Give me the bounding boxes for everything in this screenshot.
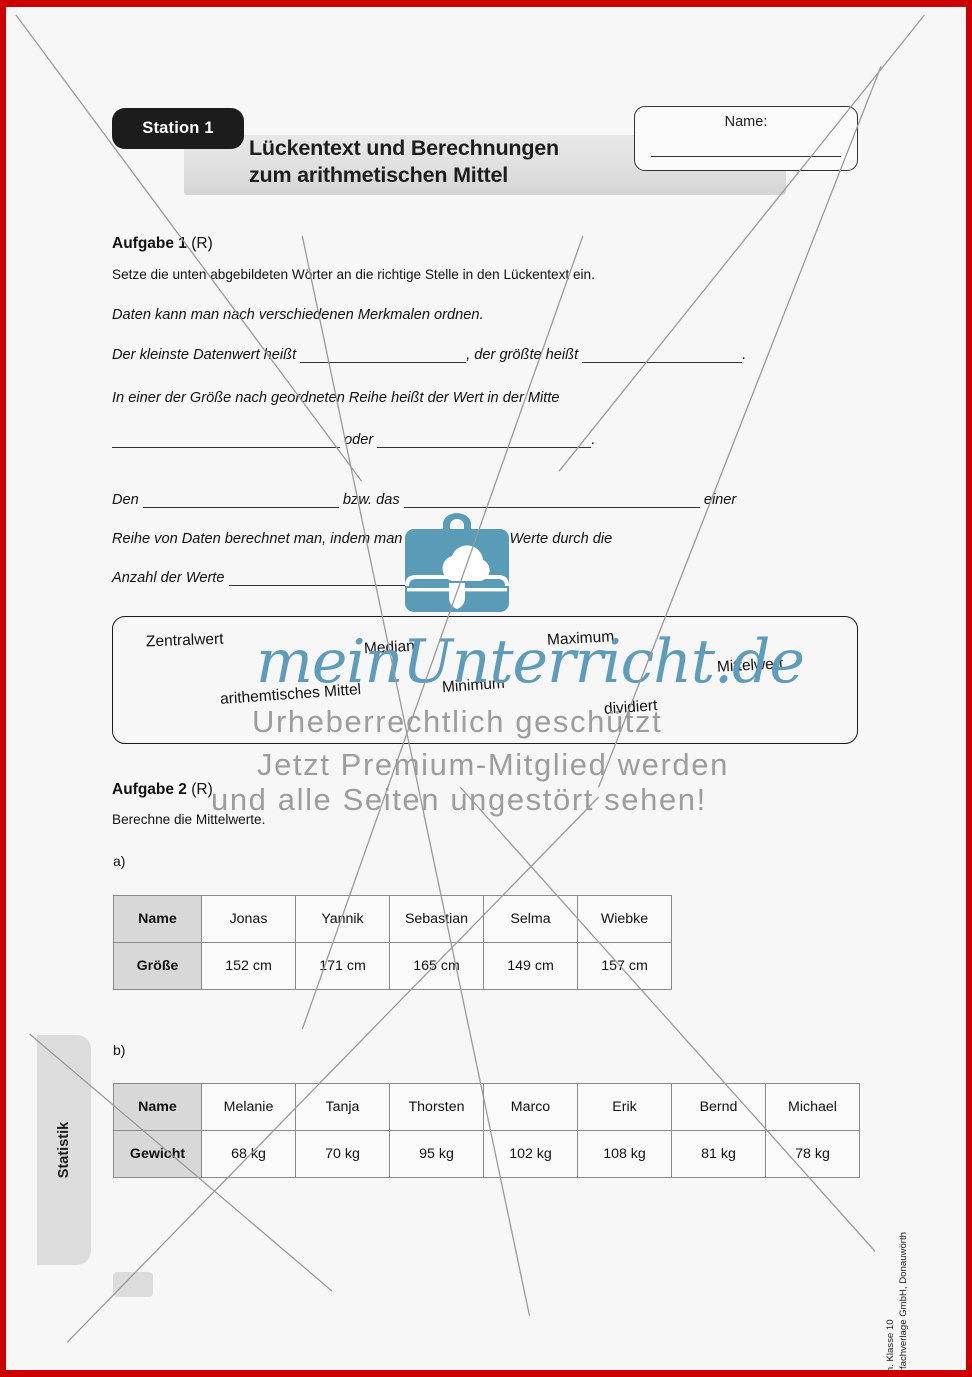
table-cell-name: Sebastian <box>389 895 484 943</box>
task1-line-2-text-c: . <box>742 347 747 363</box>
name-field-label: Name: <box>724 114 768 130</box>
task1-line-1: Daten kann man nach verschiedenen Merkma… <box>112 307 484 323</box>
task1-blank-4[interactable] <box>377 433 592 448</box>
task1-blank-3[interactable] <box>112 433 340 448</box>
table-row-header: Gewicht <box>113 1130 202 1178</box>
task1-blank-5[interactable] <box>142 493 339 508</box>
side-tab-statistik: Statistik <box>37 1035 91 1265</box>
table-cell-value: 149 cm <box>483 942 578 990</box>
task1-line-2: Der kleinste Datenwert heißt , der größt… <box>112 347 746 363</box>
task1-line-1-text: Daten kann man nach verschiedenen Merkma… <box>112 307 484 323</box>
task1-blank-6[interactable] <box>403 493 700 508</box>
table-cell-name: Bernd <box>671 1083 766 1131</box>
copyright-line2: © Auer Verlag – AAP Lehrerfachverlage Gm… <box>898 1232 909 1377</box>
word-bank-item[interactable]: Median <box>364 638 416 659</box>
station-badge-label: Station 1 <box>142 119 214 137</box>
table-cell-name: Wiebke <box>577 895 672 943</box>
task1-line-4: oder . <box>112 432 595 448</box>
worksheet-sheet: Lückentext und Berechnungen zum arithmet… <box>6 7 966 1370</box>
subtask-label-a: a) <box>113 853 126 869</box>
table-cell-value: 171 cm <box>295 942 390 990</box>
table-a: Name Jonas Yannik Sebastian Selma Wiebke Größe… <box>113 895 672 990</box>
table-row: Größe 152 cm 171 cm 165 cm 149 cm 157 cm <box>113 942 672 990</box>
table-cell-name: Jonas <box>201 895 296 943</box>
page-title-line2: zum arithmetischen Mittel <box>249 163 509 187</box>
task1-line-4-text-b: . <box>591 432 596 448</box>
brand-bag-icon <box>405 512 509 617</box>
task1-line-6: Reihe von Daten berechnet man, indem man… <box>112 531 612 547</box>
task1-line-4-text-a: oder <box>344 432 374 448</box>
table-cell-value: 95 kg <box>389 1130 484 1178</box>
word-bank-item[interactable]: Mittelwert <box>717 655 784 676</box>
name-field-rule <box>651 156 841 157</box>
task1-line-2-text-a: Der kleinste Datenwert heißt <box>112 347 297 363</box>
task2-instruction: Berechne die Mittelwerte. <box>112 812 266 827</box>
station-badge: Station 1 <box>112 108 244 149</box>
task1-heading: Aufgabe 1 (R) <box>112 235 213 253</box>
task2-heading-bold: Aufgabe 2 <box>112 781 187 798</box>
table-cell-value: 102 kg <box>483 1130 578 1178</box>
watermark-line-2: Jetzt Premium-Mitglied werden <box>257 747 729 782</box>
subtask-label-b: b) <box>113 1042 126 1058</box>
copyright-line1: /Dinges: Mathe an Stationen. Klasse 10 <box>884 1232 897 1370</box>
table-row: Gewicht 68 kg 70 kg 95 kg 102 kg 108 kg 81 kg 7… <box>113 1130 860 1178</box>
task1-heading-suffix: (R) <box>191 235 213 252</box>
task1-heading-bold: Aufgabe 1 <box>112 235 187 252</box>
task1-blank-7[interactable] <box>228 571 441 586</box>
table-cell-name: Selma <box>483 895 578 943</box>
table-cell-value: 165 cm <box>389 942 484 990</box>
side-tab-label: Statistik <box>56 1121 72 1179</box>
copyright-credit: /Dinges: Mathe an Stationen. Klasse 10 ©… <box>884 1232 910 1377</box>
table-row-header: Größe <box>113 942 202 990</box>
table-cell-name: Yannik <box>295 895 390 943</box>
task1-line-5-text-b: bzw. das <box>342 492 400 508</box>
table-cell-value: 68 kg <box>201 1130 296 1178</box>
name-field-box[interactable]: Name: <box>634 106 858 171</box>
watermark-line-3: und alle Seiten ungestört sehen! <box>211 782 707 817</box>
task1-line-5-text-c: einer <box>703 492 737 508</box>
table-cell-name: Melanie <box>201 1083 296 1131</box>
task1-line-3-text: In einer der Größe nach geordneten Reihe… <box>112 390 560 406</box>
task1-line-2-text-b: , der größte heißt <box>466 347 579 363</box>
task1-line-7-text-b: . <box>440 570 445 586</box>
table-row: Name Jonas Yannik Sebastian Selma Wiebke <box>113 895 672 943</box>
table-cell-name: Marco <box>483 1083 578 1131</box>
task1-blank-2[interactable] <box>582 348 743 363</box>
table-cell-value: 81 kg <box>671 1130 766 1178</box>
page-title: Lückentext und Berechnungen zum arithmet… <box>249 135 649 189</box>
table-cell-value: 152 cm <box>201 942 296 990</box>
table-cell-name: Thorsten <box>389 1083 484 1131</box>
table-row-header: Name <box>113 895 202 943</box>
table-cell-name: Erik <box>577 1083 672 1131</box>
task1-line-7: Anzahl der Werte . <box>112 570 445 586</box>
task1-line-7-text-a: Anzahl der Werte <box>112 570 225 586</box>
page-number-box <box>113 1272 153 1297</box>
page-title-line1: Lückentext und Berechnungen <box>249 136 559 160</box>
word-bank-item[interactable]: dividiert <box>603 697 658 719</box>
task1-instruction: Setze die unten abgebildeten Wörter an d… <box>112 267 595 282</box>
table-row-header: Name <box>113 1083 202 1131</box>
task2-heading: Aufgabe 2 (R) <box>112 781 213 799</box>
table-cell-value: 78 kg <box>765 1130 860 1178</box>
task2-heading-suffix: (R) <box>191 781 213 798</box>
task1-blank-1[interactable] <box>300 348 467 363</box>
task1-line-3: In einer der Größe nach geordneten Reihe… <box>112 390 560 406</box>
word-bank-item[interactable]: Zentralwert <box>146 631 224 652</box>
table-cell-name: Michael <box>765 1083 860 1131</box>
task1-line-6-text: Reihe von Daten berechnet man, indem man… <box>112 531 613 547</box>
table-cell-value: 70 kg <box>295 1130 390 1178</box>
word-bank-item[interactable]: Maximum <box>547 628 615 649</box>
table-row: Name Melanie Tanja Thorsten Marco Erik Bernd Mi… <box>113 1083 860 1131</box>
table-cell-value: 157 cm <box>577 942 672 990</box>
task1-line-5-text-a: Den <box>112 492 139 508</box>
table-b: Name Melanie Tanja Thorsten Marco Erik Bernd Mi… <box>113 1083 860 1178</box>
task1-line-5: Den bzw. das einer <box>112 492 736 508</box>
table-cell-value: 108 kg <box>577 1130 672 1178</box>
worksheet-page: Lückentext und Berechnungen zum arithmet… <box>0 0 972 1377</box>
table-cell-name: Tanja <box>295 1083 390 1131</box>
